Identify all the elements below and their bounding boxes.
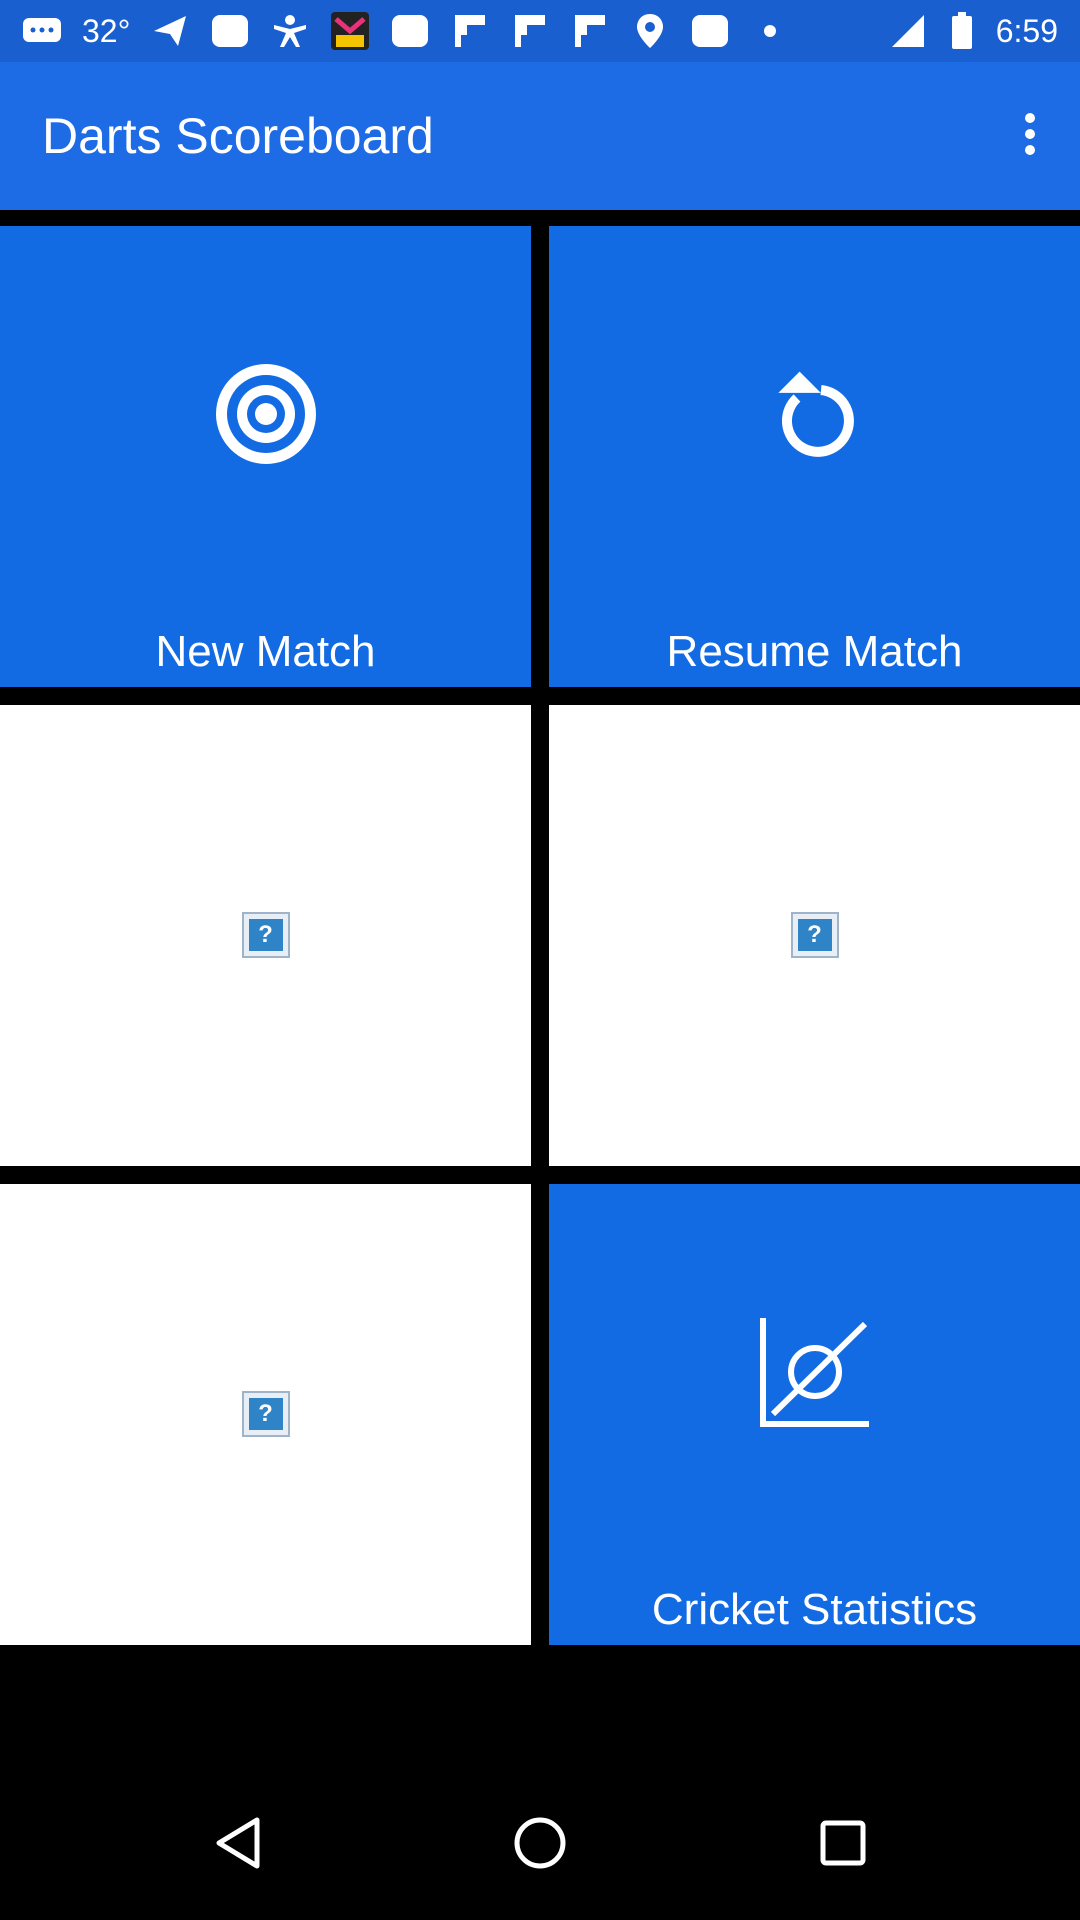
new-match-label: New Match [155,627,376,676]
app-bar: Darts Scoreboard [0,62,1080,210]
back-button[interactable] [198,1805,278,1885]
rounded-square-icon [690,11,730,51]
page-title: Darts Scoreboard [42,108,434,164]
dot-icon [750,11,790,51]
resume-match-label: Resume Match [666,627,963,676]
recents-button[interactable] [803,1805,883,1885]
broken-image-icon: ? [241,1391,290,1437]
placeholder-tile[interactable]: ? [0,1184,531,1645]
pop-app-icon [330,11,370,51]
rounded-square-icon [210,11,250,51]
placeholder-tile[interactable]: ? [549,705,1080,1166]
navigation-bar [0,1770,1080,1920]
cricket-statistics-tile[interactable]: Cricket Statistics [549,1184,1080,1645]
cricket-statistics-label: Cricket Statistics [651,1585,978,1634]
new-match-tile[interactable]: New Match [0,226,531,687]
flipboard-icon [570,11,610,51]
resume-match-tile[interactable]: Resume Match [549,226,1080,687]
temperature: 32° [82,12,131,49]
location-pin-icon [630,11,670,51]
status-bar: 32° 6:59 [0,0,1080,62]
person-icon [270,11,310,51]
home-button[interactable] [500,1805,580,1885]
battery-icon [942,11,982,51]
status-bar-right: 6:59 [888,8,1058,54]
refresh-icon [773,368,857,460]
target-icon [211,359,321,469]
broken-image-icon: ? [241,912,290,958]
home-icon [513,1816,567,1875]
more-options-button[interactable] [998,104,1062,168]
placeholder-tile[interactable]: ? [0,705,531,1166]
messages-icon [22,11,62,51]
flipboard-icon [450,11,490,51]
flipboard-icon [510,11,550,51]
recents-icon [819,1819,867,1872]
send-icon [150,11,190,51]
rounded-square-icon [390,11,430,51]
signal-icon [888,11,928,51]
status-bar-left: 32° [22,8,790,54]
broken-image-icon: ? [790,912,839,958]
clock: 6:59 [995,12,1058,49]
back-icon [213,1816,263,1875]
more-vert-icon [1024,112,1036,161]
chart-icon [759,1316,871,1428]
